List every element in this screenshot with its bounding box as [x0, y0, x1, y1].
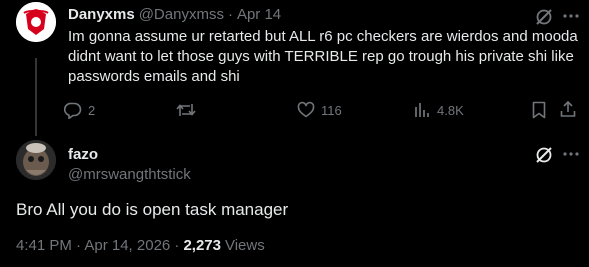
like-button[interactable]: 116	[297, 101, 342, 119]
views-button[interactable]: 4.8K	[413, 101, 464, 119]
tweet2-timestamp[interactable]: 4:41 PM · Apr 14, 2026 ·	[16, 237, 179, 254]
views-count: 4.8K	[437, 102, 464, 118]
grok-icon[interactable]	[534, 7, 554, 27]
retweet-button[interactable]	[176, 101, 202, 119]
tweet2-text: Bro All you do is open task manager	[16, 200, 289, 219]
grok-icon-2[interactable]	[534, 145, 554, 165]
reply-button[interactable]: 2	[64, 101, 95, 119]
tweet1-dot: ·	[227, 6, 233, 23]
tweet2-display-name[interactable]: fazo	[68, 146, 98, 163]
tweet2-handle[interactable]: @mrswangthtstick	[68, 166, 191, 183]
thread-connector-line	[35, 58, 37, 136]
more-options-icon[interactable]	[562, 7, 580, 25]
retweet-icon	[176, 101, 196, 119]
tweet2-views-label: Views	[224, 237, 265, 254]
analytics-icon	[413, 101, 431, 119]
reply-icon	[64, 101, 82, 119]
profile-photo-icon	[16, 140, 56, 180]
benfica-crest-icon	[16, 2, 56, 42]
tweet2-view-count: 2,273	[183, 237, 221, 254]
more-options-icon-2[interactable]	[562, 145, 580, 163]
avatar-danyxms[interactable]	[16, 2, 56, 42]
heart-icon	[297, 101, 315, 119]
reply-count: 2	[88, 102, 96, 118]
like-count: 116	[321, 102, 342, 118]
tweet1-date[interactable]: Apr 14	[237, 6, 281, 23]
tweet1-handle[interactable]: @Danyxmss	[139, 6, 224, 23]
bookmark-icon[interactable]	[531, 101, 547, 119]
share-icon[interactable]	[559, 100, 577, 118]
avatar-fazo[interactable]	[16, 140, 56, 180]
tweet1-text: Im gonna assume ur retarted but ALL r6 p…	[68, 28, 578, 85]
tweet1-display-name[interactable]: Danyxms	[68, 6, 135, 23]
